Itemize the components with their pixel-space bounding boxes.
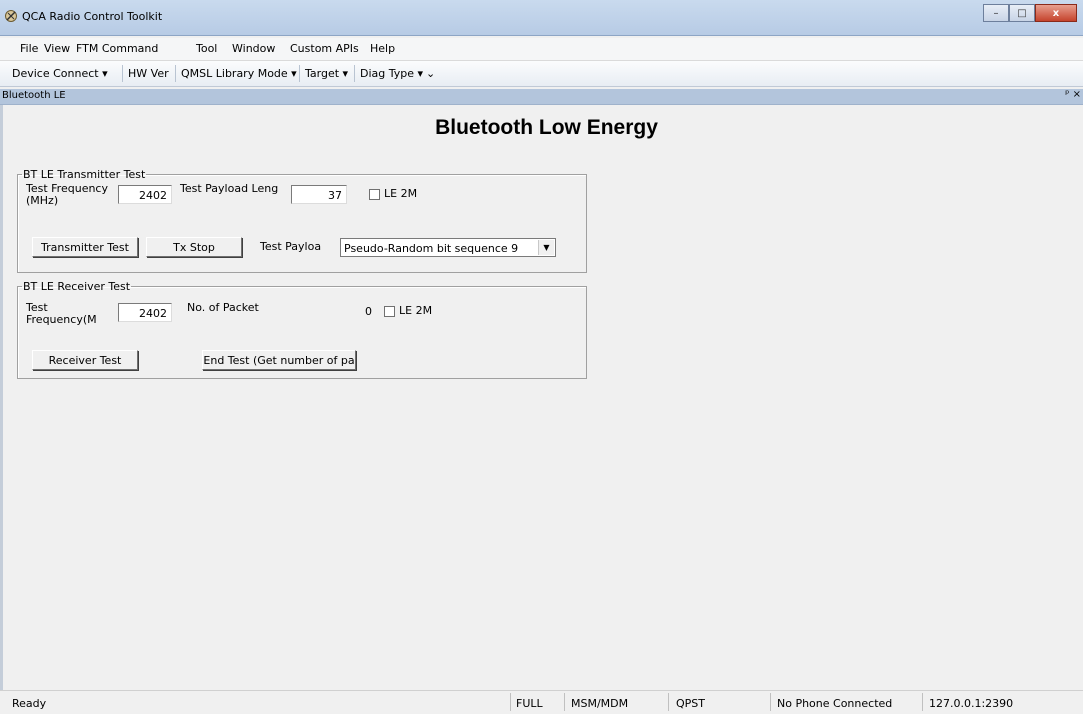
status-separator [770, 693, 771, 711]
toolbar-separator [299, 65, 300, 82]
tx-test-legend: BT LE Transmitter Test [23, 168, 146, 181]
page-title: Bluetooth Low Energy [435, 116, 658, 139]
tx-frequency-unit-label: (MHz) [26, 194, 59, 207]
menu-ftm-command[interactable]: FTM Command [76, 42, 158, 55]
status-mode: FULL [516, 697, 543, 710]
left-edge [0, 105, 3, 695]
maximize-button[interactable]: □ [1009, 4, 1035, 22]
tx-frequency-label: Test Frequency [26, 182, 108, 195]
status-separator [510, 693, 511, 711]
rx-frequency-input[interactable]: 2402 [118, 303, 172, 322]
diag-type-dropdown[interactable]: Diag Type ▾ [360, 67, 423, 80]
packets-label: No. of Packet [187, 301, 259, 314]
rx-frequency-label: Test [26, 301, 48, 314]
rx-le-2m-checkbox[interactable] [384, 306, 395, 317]
menu-help[interactable]: Help [370, 42, 395, 55]
test-payload-label: Test Payloa [260, 240, 322, 253]
status-bar: Ready FULL MSM/MDM QPST No Phone Connect… [0, 690, 1083, 714]
window-title: QCA Radio Control Toolkit [22, 10, 163, 23]
menu-window[interactable]: Window [232, 42, 275, 55]
toolbar-separator [354, 65, 355, 82]
panel-title: Bluetooth LE [2, 90, 66, 101]
rx-test-legend: BT LE Receiver Test [23, 280, 131, 293]
toolbar: Device Connect ▾ HW Ver QMSL Library Mod… [0, 61, 1083, 87]
close-button[interactable]: x [1035, 4, 1077, 22]
device-connect-dropdown[interactable]: Device Connect ▾ [12, 67, 108, 80]
transmitter-test-button[interactable]: Transmitter Test [32, 237, 138, 257]
title-bar: QCA Radio Control Toolkit – □ x [0, 0, 1083, 36]
toolbar-separator [122, 65, 123, 82]
rx-le-2m-label: LE 2M [399, 304, 433, 317]
tx-stop-button[interactable]: Tx Stop [146, 237, 242, 257]
hw-ver-button[interactable]: HW Ver [128, 67, 169, 80]
toolbar-separator [175, 65, 176, 82]
status-address: 127.0.0.1:2390 [929, 697, 1014, 710]
menu-tool[interactable]: Tool [196, 42, 217, 55]
test-payload-select[interactable]: Pseudo-Random bit sequence 9 ▼ [340, 238, 556, 257]
end-test-button[interactable]: End Test (Get number of pa [202, 350, 356, 370]
menu-view[interactable]: View [44, 42, 70, 55]
app-icon [5, 10, 17, 22]
receiver-test-button[interactable]: Receiver Test [32, 350, 138, 370]
minimize-button[interactable]: – [983, 4, 1009, 22]
menu-file[interactable]: File [20, 42, 38, 55]
packets-value: 0 [365, 305, 372, 318]
chevron-down-icon[interactable]: ▼ [538, 240, 554, 255]
status-ready: Ready [12, 697, 47, 710]
menu-bar: File View FTM Command Tool Window Custom… [0, 38, 1083, 61]
status-separator [922, 693, 923, 711]
toolbar-overflow-button[interactable]: ⌄ [426, 67, 435, 80]
target-dropdown[interactable]: Target ▾ [305, 67, 348, 80]
status-phone: No Phone Connected [777, 697, 893, 710]
status-separator [668, 693, 669, 711]
test-payload-selected: Pseudo-Random bit sequence 9 [344, 242, 519, 255]
status-separator [564, 693, 565, 711]
tx-le-2m-label: LE 2M [384, 187, 418, 200]
menu-custom-apis[interactable]: Custom APIs [290, 42, 359, 55]
tx-le-2m-checkbox[interactable] [369, 189, 380, 200]
qmsl-library-mode-dropdown[interactable]: QMSL Library Mode ▾ [181, 67, 297, 80]
pin-close-icon[interactable]: ᵖ × [1065, 89, 1081, 100]
status-qpst: QPST [676, 697, 705, 710]
bluetooth-le-panel: Bluetooth Low Energy BT LE Transmitter T… [10, 105, 1083, 690]
window-controls: – □ x [983, 4, 1077, 22]
status-chip: MSM/MDM [571, 697, 629, 710]
panel-header: Bluetooth LE ᵖ × [0, 89, 1083, 105]
tx-frequency-input[interactable]: 2402 [118, 185, 172, 204]
rx-frequency-unit-label: Frequency(M [26, 313, 97, 326]
payload-length-label: Test Payload Leng [180, 182, 279, 195]
payload-length-input[interactable]: 37 [291, 185, 347, 204]
